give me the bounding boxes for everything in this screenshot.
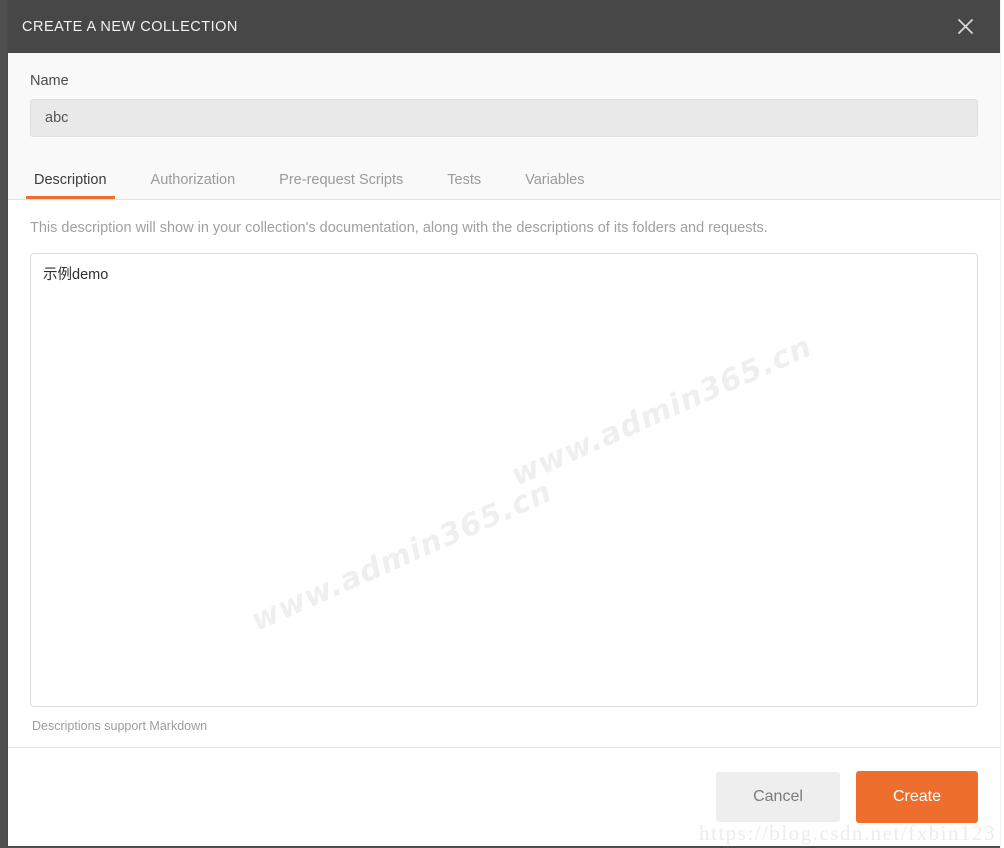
- description-tab-panel: This description will show in your colle…: [8, 200, 1000, 747]
- description-textarea[interactable]: [30, 253, 978, 707]
- create-collection-modal: CREATE A NEW COLLECTION Name Description…: [8, 0, 1000, 846]
- collection-name-input[interactable]: [30, 99, 978, 137]
- description-hint-text: This description will show in your colle…: [30, 220, 768, 236]
- tab-label: Variables: [525, 172, 585, 188]
- tab-label: Description: [34, 172, 107, 188]
- tab-label: Authorization: [150, 172, 236, 188]
- page-right-edge: [1000, 0, 1004, 848]
- modal-header: CREATE A NEW COLLECTION: [8, 0, 1000, 53]
- name-label: Name: [30, 73, 69, 89]
- blog-url-watermark: https://blog.csdn.net/fxbin123: [699, 821, 996, 845]
- tab-tests[interactable]: Tests: [443, 172, 485, 199]
- name-and-tabs-region: Name Description Authorization Pre-reque…: [8, 53, 1000, 200]
- cancel-button[interactable]: Cancel: [716, 772, 840, 822]
- markdown-support-note: Descriptions support Markdown: [32, 719, 208, 733]
- tab-authorization[interactable]: Authorization: [147, 172, 240, 199]
- close-icon[interactable]: [952, 14, 978, 40]
- page-title: CREATE A NEW COLLECTION: [22, 18, 238, 35]
- tab-description[interactable]: Description: [26, 172, 115, 199]
- tab-bar: Description Authorization Pre-request Sc…: [26, 159, 978, 199]
- tab-pre-request-scripts[interactable]: Pre-request Scripts: [275, 172, 407, 199]
- tab-variables[interactable]: Variables: [521, 172, 588, 199]
- tab-label: Pre-request Scripts: [279, 172, 404, 188]
- create-button[interactable]: Create: [856, 771, 978, 823]
- tab-label: Tests: [447, 172, 482, 188]
